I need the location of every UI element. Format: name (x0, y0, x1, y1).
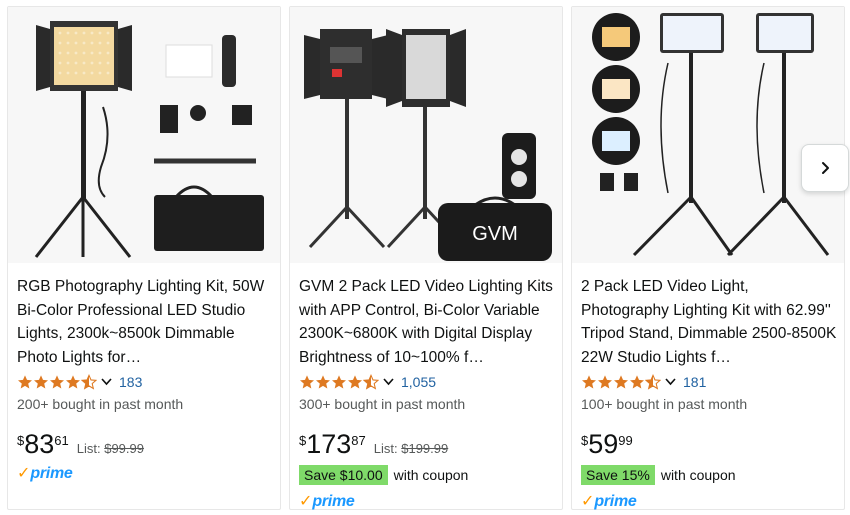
price-fraction: 61 (54, 433, 69, 448)
list-price-value: $99.99 (104, 441, 144, 456)
star-icon (50, 375, 64, 389)
coupon-badge[interactable]: Save 15% (581, 465, 655, 485)
chevron-down-icon[interactable] (664, 377, 677, 387)
star-icon (66, 375, 80, 389)
gvm-logo: GVM (472, 223, 518, 245)
product-title[interactable]: RGB Photography Lighting Kit, 50W Bi-Col… (17, 275, 273, 369)
star-icon (614, 375, 628, 389)
star-icon (332, 375, 346, 389)
star-icon (34, 375, 48, 389)
star-rating[interactable] (17, 374, 97, 390)
star-half-icon (645, 374, 661, 390)
list-price-value: $199.99 (401, 441, 449, 456)
price-symbol: $ (581, 433, 589, 448)
coupon-badge[interactable]: Save $10.00 (299, 465, 388, 485)
prime-label: prime (594, 493, 637, 510)
star-rating[interactable] (581, 374, 661, 390)
list-label: List: (76, 441, 101, 456)
price-whole: 173 (306, 429, 352, 459)
price-whole: 59 (588, 429, 619, 459)
review-count[interactable]: 181 (683, 374, 706, 390)
prime-check-icon: ✓ (581, 493, 595, 510)
list-price: List: $99.99 (77, 441, 144, 456)
star-icon (300, 375, 314, 389)
price-symbol: $ (17, 433, 25, 448)
product-image-2[interactable]: GVM (290, 7, 562, 263)
prime-label: prime (30, 465, 73, 482)
star-half-icon (363, 374, 379, 390)
price-fraction: 87 (351, 433, 366, 448)
product-card-2[interactable]: GVM GVM 2 Pack LED Video Lighting Kits w… (289, 6, 563, 510)
product-card-1[interactable]: RGB Photography Lighting Kit, 50W Bi-Col… (7, 6, 281, 510)
prime-badge: ✓ prime (299, 490, 555, 510)
bought-in-past-month: 300+ bought in past month (299, 396, 466, 412)
prime-badge: ✓ prime (17, 462, 273, 482)
star-icon (582, 375, 596, 389)
carousel-next-button[interactable] (801, 144, 849, 192)
price-whole: 83 (24, 429, 55, 459)
chevron-down-icon[interactable] (382, 377, 395, 387)
star-icon (18, 375, 32, 389)
coupon[interactable]: Save 15% with coupon (581, 464, 837, 486)
product-title[interactable]: GVM 2 Pack LED Video Lighting Kits with … (299, 275, 555, 369)
star-icon (630, 375, 644, 389)
price-fraction: 99 (618, 433, 633, 448)
product-image-3[interactable] (572, 7, 844, 263)
list-label: List: (373, 441, 398, 456)
price-symbol: $ (299, 433, 307, 448)
price[interactable]: $ 59 99 (581, 430, 837, 458)
bought-in-past-month: 200+ bought in past month (17, 396, 184, 412)
coupon-text: with coupon (660, 467, 736, 483)
prime-badge: ✓ prime (581, 490, 837, 510)
rgb-lighting-kit-image (8, 7, 280, 263)
price[interactable]: $ 83 61 List: $99.99 (17, 430, 273, 458)
coupon-text: with coupon (393, 467, 469, 483)
star-icon (316, 375, 330, 389)
chevron-right-icon (822, 162, 829, 174)
prime-check-icon: ✓ (17, 465, 31, 482)
price[interactable]: $ 173 87 List: $199.99 (299, 430, 555, 458)
prime-label: prime (312, 493, 355, 510)
chevron-down-icon[interactable] (100, 377, 113, 387)
prime-check-icon: ✓ (299, 493, 313, 510)
review-count[interactable]: 183 (119, 374, 142, 390)
review-count[interactable]: 1,055 (401, 374, 436, 390)
product-card-3[interactable]: 2 Pack LED Video Light, Photography Ligh… (571, 6, 845, 510)
bought-in-past-month: 100+ bought in past month (581, 396, 748, 412)
gvm-lighting-kit-image: GVM (290, 7, 562, 263)
coupon[interactable]: Save $10.00 with coupon (299, 464, 555, 486)
two-pack-led-light-image (572, 7, 844, 263)
star-rating[interactable] (299, 374, 379, 390)
product-image-1[interactable] (8, 7, 280, 263)
list-price: List: $199.99 (374, 441, 448, 456)
star-icon (598, 375, 612, 389)
star-icon (348, 375, 362, 389)
product-title[interactable]: 2 Pack LED Video Light, Photography Ligh… (581, 275, 837, 369)
star-half-icon (81, 374, 97, 390)
